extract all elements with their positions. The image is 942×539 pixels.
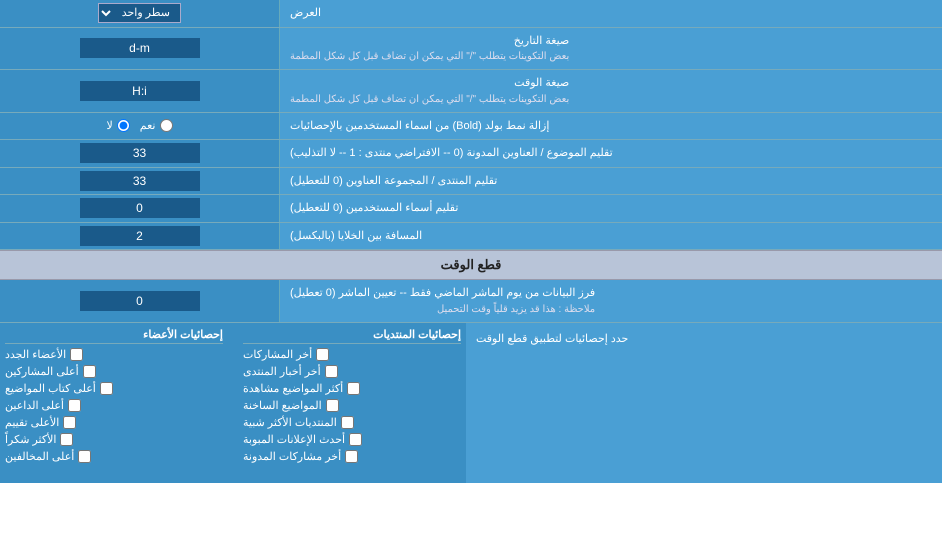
display-mode-select[interactable]: سطر واحد — [98, 3, 181, 23]
bold-yes-option[interactable]: نعم — [140, 119, 173, 132]
bold-remove-label: إزالة نمط بولد (Bold) من اسماء المستخدمي… — [280, 113, 942, 140]
cell-spacing-input-area — [0, 223, 280, 250]
cutoff-days-row: فرز البيانات من يوم الماشر الماضي فقط --… — [0, 280, 942, 323]
cutoff-days-input-area — [0, 280, 280, 322]
usernames-input[interactable] — [80, 198, 200, 218]
cutoff-stats-row: حدد إحصائيات لتطبيق قطع الوقت إحصائيات ا… — [0, 323, 942, 483]
time-format-label: صيغة الوقت بعض التكوينات يتطلب "/" التي … — [280, 70, 942, 112]
cb-forum-3-input[interactable] — [347, 382, 360, 395]
cell-spacing-row: المسافة بين الخلايا (بالبكسل) — [0, 223, 942, 251]
cb-forum-4-input[interactable] — [326, 399, 339, 412]
cb-forum-3: أكثر المواضيع مشاهدة — [243, 382, 461, 395]
bold-yes-radio[interactable] — [160, 119, 173, 132]
display-mode-label: العرض — [280, 0, 942, 27]
cutoff-stats-label: حدد إحصائيات لتطبيق قطع الوقت — [466, 323, 942, 483]
cb-member-1: الأعضاء الجدد — [5, 348, 223, 361]
cb-member-4: أعلى الداعين — [5, 399, 223, 412]
bold-no-radio[interactable] — [117, 119, 130, 132]
cb-forum-7: أخر مشاركات المدونة — [243, 450, 461, 463]
cb-forum-2: أخر أخبار المنتدى — [243, 365, 461, 378]
forum-titles-label: تقليم المنتدى / المجموعة العناوين (0 للت… — [280, 168, 942, 195]
forum-titles-input-area — [0, 168, 280, 195]
cb-member-3: أعلى كتاب المواضيع — [5, 382, 223, 395]
cb-forum-7-input[interactable] — [345, 450, 358, 463]
cutoff-days-label: فرز البيانات من يوم الماشر الماضي فقط --… — [280, 280, 942, 322]
forum-titles-input[interactable] — [80, 171, 200, 191]
forum-titles-row: تقليم المنتدى / المجموعة العناوين (0 للت… — [0, 168, 942, 196]
cb-member-7: أعلى المخالفين — [5, 450, 223, 463]
cb-member-5: الأعلى تقييم — [5, 416, 223, 429]
checkbox-columns: إحصائيات المنتديات أخر المشاركات أخر أخب… — [5, 328, 461, 463]
bold-no-option[interactable]: لا — [107, 119, 130, 132]
main-container: العرض سطر واحد صيغة التاريخ بعض التكوينا… — [0, 0, 942, 483]
forum-stats-col: إحصائيات المنتديات أخر المشاركات أخر أخب… — [243, 328, 461, 463]
cb-member-7-input[interactable] — [78, 450, 91, 463]
cell-spacing-input[interactable] — [80, 226, 200, 246]
bold-remove-row: إزالة نمط بولد (Bold) من اسماء المستخدمي… — [0, 113, 942, 141]
member-stats-header: إحصائيات الأعضاء — [5, 328, 223, 344]
cutoff-section-title: قطع الوقت — [0, 250, 942, 280]
time-format-row: صيغة الوقت بعض التكوينات يتطلب "/" التي … — [0, 70, 942, 113]
cb-forum-6: أحدث الإعلانات المبوبة — [243, 433, 461, 446]
cb-member-6-input[interactable] — [60, 433, 73, 446]
topic-titles-row: تقليم الموضوع / العناوين المدونة (0 -- ا… — [0, 140, 942, 168]
cb-member-4-input[interactable] — [68, 399, 81, 412]
cb-forum-4: المواضيع الساخنة — [243, 399, 461, 412]
forum-stats-header: إحصائيات المنتديات — [243, 328, 461, 344]
date-format-label: صيغة التاريخ بعض التكوينات يتطلب "/" الت… — [280, 28, 942, 70]
display-mode-input-area: سطر واحد — [0, 0, 280, 27]
cell-spacing-label: المسافة بين الخلايا (بالبكسل) — [280, 223, 942, 250]
time-format-input[interactable] — [80, 81, 200, 101]
cb-forum-6-input[interactable] — [349, 433, 362, 446]
topic-titles-input[interactable] — [80, 143, 200, 163]
cb-member-2-input[interactable] — [83, 365, 96, 378]
usernames-input-area — [0, 195, 280, 222]
bold-remove-input-area: نعم لا — [0, 113, 280, 140]
cb-forum-5: المنتديات الأكثر شبية — [243, 416, 461, 429]
cb-member-2: أعلى المشاركين — [5, 365, 223, 378]
cb-member-3-input[interactable] — [100, 382, 113, 395]
cb-forum-1-input[interactable] — [316, 348, 329, 361]
member-stats-col: إحصائيات الأعضاء الأعضاء الجدد أعلى المش… — [5, 328, 223, 463]
display-mode-row: العرض سطر واحد — [0, 0, 942, 28]
topic-titles-label: تقليم الموضوع / العناوين المدونة (0 -- ا… — [280, 140, 942, 167]
date-format-input[interactable] — [80, 38, 200, 58]
cb-forum-1: أخر المشاركات — [243, 348, 461, 361]
cb-member-6: الأكثر شكراً — [5, 433, 223, 446]
date-format-input-area — [0, 28, 280, 70]
usernames-label: تقليم أسماء المستخدمين (0 للتعطيل) — [280, 195, 942, 222]
checkboxes-area: إحصائيات المنتديات أخر المشاركات أخر أخب… — [0, 323, 466, 483]
cb-member-1-input[interactable] — [70, 348, 83, 361]
cutoff-days-input[interactable] — [80, 291, 200, 311]
cb-member-5-input[interactable] — [63, 416, 76, 429]
cb-forum-5-input[interactable] — [341, 416, 354, 429]
topic-titles-input-area — [0, 140, 280, 167]
cb-forum-2-input[interactable] — [325, 365, 338, 378]
time-format-input-area — [0, 70, 280, 112]
date-format-row: صيغة التاريخ بعض التكوينات يتطلب "/" الت… — [0, 28, 942, 71]
usernames-row: تقليم أسماء المستخدمين (0 للتعطيل) — [0, 195, 942, 223]
